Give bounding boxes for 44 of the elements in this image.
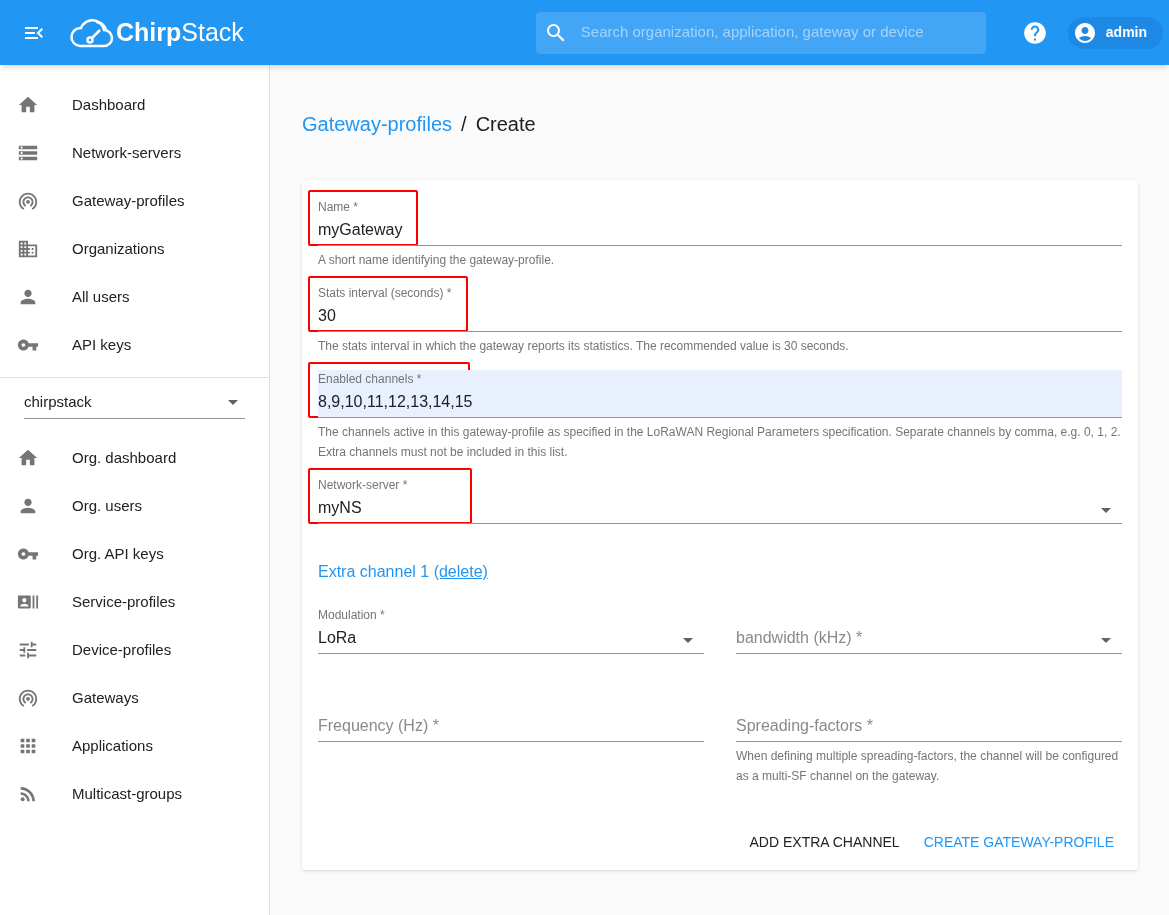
helper-text: When defining multiple spreading-factors, the channel will be configured as a multi-SF channel on the gateway. [736, 748, 1120, 785]
building-icon [17, 238, 39, 260]
select-field[interactable]: Modulation * LoRa [318, 606, 704, 654]
section-title: Extra channel 1 [318, 563, 430, 580]
sidebar-item[interactable]: Org. API keys [0, 530, 269, 578]
sidebar-item[interactable]: Gateways [0, 674, 269, 722]
breadcrumb-separator: / [461, 112, 467, 137]
sidebar-item[interactable]: Device-profiles [0, 626, 269, 674]
dropdown-arrow-icon [228, 400, 238, 405]
sidebar-item[interactable]: All users [0, 273, 269, 321]
sidebar-item[interactable]: Org. users [0, 482, 269, 530]
helper-text: The stats interval in which the gateway reports its statistics. The recommended value is 30 seconds. [318, 338, 850, 355]
antenna-icon [17, 190, 39, 212]
sidebar-item[interactable]: Org. dashboard [0, 434, 269, 482]
helper-text: A short name identifying the gateway-profile. [318, 252, 556, 269]
account-icon [1072, 20, 1097, 45]
help-button[interactable] [1021, 19, 1048, 46]
input-field[interactable]: Name * myGateway [318, 198, 1122, 246]
antenna-icon [17, 687, 39, 709]
sidebar-item[interactable]: Applications [0, 722, 269, 770]
sidebar-item[interactable]: Network-servers [0, 129, 269, 177]
sidebar-item[interactable]: API keys [0, 321, 269, 369]
input-field[interactable]: Stats interval (seconds) * 30 [318, 284, 1122, 332]
select-field[interactable]: Network-server * myNS [318, 476, 1122, 524]
help-icon [1021, 19, 1048, 46]
organization-select[interactable]: chirpstack [24, 387, 245, 419]
helper-text: The channels active in this gateway-profile as specified in the LoRaWAN Regional Parameters specification. Separate channels by comma, e.g. 0, 1, 2. Extra channels must not be included in this list. [318, 424, 1122, 461]
input-field[interactable]: Frequency (Hz) * [318, 694, 704, 742]
dropdown-arrow-icon [1101, 638, 1111, 643]
page-title: Create [475, 112, 536, 137]
sliders-icon [17, 639, 39, 661]
user-button[interactable]: admin [1067, 16, 1164, 49]
add-channel-button[interactable]: ADD EXTRA CHANNEL [741, 824, 908, 860]
select-field[interactable]: bandwidth (kHz) * [736, 606, 1122, 654]
input-field[interactable]: Spreading-factors * [736, 694, 1122, 742]
input-field[interactable]: Enabled channels * 8,9,10,11,12,13,14,15 [318, 370, 1122, 418]
dropdown-arrow-icon [683, 638, 693, 643]
brand-name: ChirpStack [116, 16, 244, 48]
sidebar-item[interactable]: Dashboard [0, 81, 269, 129]
sidebar-item[interactable]: Organizations [0, 225, 269, 273]
sidebar-item[interactable]: Gateway-profiles [0, 177, 269, 225]
sidebar-item[interactable]: Multicast-groups [0, 770, 269, 818]
sidebar-item[interactable]: Service-profiles [0, 578, 269, 626]
dropdown-arrow-icon [1101, 508, 1111, 513]
